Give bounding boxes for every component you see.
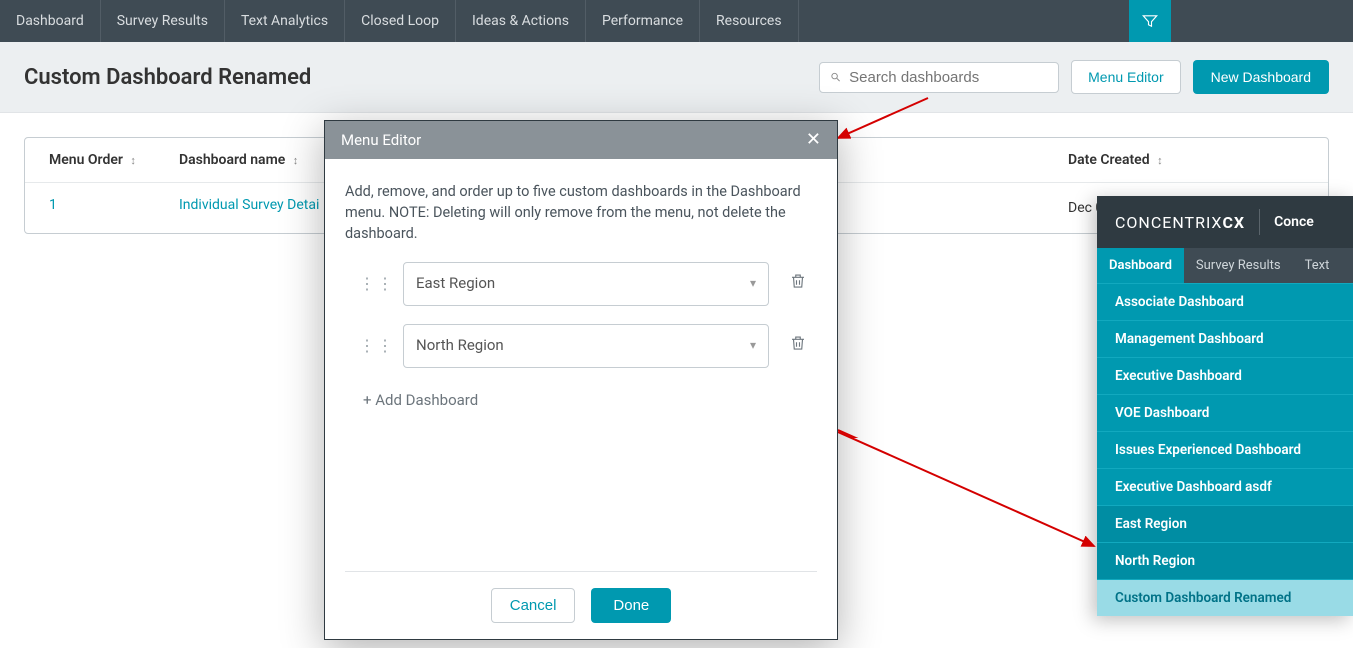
sort-icon: ↕ <box>293 154 299 167</box>
menu-editor-button[interactable]: Menu Editor <box>1071 60 1180 94</box>
preview-item[interactable]: North Region <box>1097 542 1353 579</box>
filter-button[interactable] <box>1129 0 1171 42</box>
preview-item[interactable]: Executive Dashboard asdf <box>1097 468 1353 505</box>
menu-row-east: East Region ▾ <box>345 262 817 306</box>
preview-menu-list: Associate Dashboard Management Dashboard… <box>1097 283 1353 616</box>
nav-item-closedloop[interactable]: Closed Loop <box>345 0 456 42</box>
menu-editor-modal: Menu Editor ✕ Add, remove, and order up … <box>324 120 838 640</box>
preview-tabs: Dashboard Survey Results Text <box>1097 248 1353 283</box>
preview-item-selected[interactable]: Custom Dashboard Renamed <box>1097 579 1353 616</box>
filter-icon <box>1141 12 1159 30</box>
brand-bar: CONCENTRIXCX Conce <box>1097 196 1353 248</box>
brand-separator <box>1259 209 1260 235</box>
col-menu-order-label: Menu Order <box>49 152 123 168</box>
preview-item[interactable]: Issues Experienced Dashboard <box>1097 431 1353 468</box>
nav-item-resources[interactable]: Resources <box>700 0 799 42</box>
chevron-down-icon: ▾ <box>750 337 756 354</box>
nav-item-surveyresults[interactable]: Survey Results <box>101 0 225 42</box>
trash-icon <box>789 271 807 291</box>
nav-item-textanalytics[interactable]: Text Analytics <box>225 0 345 42</box>
modal-title: Menu Editor <box>341 131 421 149</box>
delete-row-button[interactable] <box>789 333 807 359</box>
add-dashboard-link[interactable]: + Add Dashboard <box>363 390 817 412</box>
col-date-created[interactable]: Date Created ↕ <box>1044 152 1304 168</box>
annotation-arrow <box>838 426 1108 606</box>
preview-tab-surveyresults[interactable]: Survey Results <box>1184 248 1293 283</box>
close-icon[interactable]: ✕ <box>806 131 821 149</box>
page-title: Custom Dashboard Renamed <box>24 65 311 90</box>
modal-footer: Cancel Done <box>345 571 817 639</box>
search-icon <box>830 69 841 85</box>
page-header: Custom Dashboard Renamed Menu Editor New… <box>0 42 1353 113</box>
trash-icon <box>789 333 807 353</box>
preview-item[interactable]: East Region <box>1097 505 1353 542</box>
dashboard-select-east[interactable]: East Region ▾ <box>403 262 769 306</box>
col-menu-order[interactable]: Menu Order ↕ <box>49 152 179 168</box>
preview-item[interactable]: Associate Dashboard <box>1097 283 1353 320</box>
row-order: 1 <box>49 197 179 219</box>
preview-panel: CONCENTRIXCX Conce Dashboard Survey Resu… <box>1097 196 1353 616</box>
drag-handle-icon[interactable] <box>359 334 383 357</box>
sort-icon: ↕ <box>1157 154 1163 167</box>
select-value: North Region <box>416 335 504 357</box>
search-input[interactable] <box>849 69 1048 86</box>
modal-instructions: Add, remove, and order up to five custom… <box>345 181 817 244</box>
drag-handle-icon[interactable] <box>359 272 383 295</box>
preview-item[interactable]: Executive Dashboard <box>1097 357 1353 394</box>
preview-item[interactable]: Management Dashboard <box>1097 320 1353 357</box>
preview-tab-dashboard[interactable]: Dashboard <box>1097 248 1184 283</box>
modal-header: Menu Editor ✕ <box>325 121 837 159</box>
nav-item-performance[interactable]: Performance <box>586 0 700 42</box>
cancel-button[interactable]: Cancel <box>491 588 576 623</box>
brand-logo: CONCENTRIXCX <box>1115 213 1245 232</box>
top-nav: Dashboard Survey Results Text Analytics … <box>0 0 1353 42</box>
delete-row-button[interactable] <box>789 271 807 297</box>
preview-item[interactable]: VOE Dashboard <box>1097 394 1353 431</box>
sort-icon: ↕ <box>130 154 136 167</box>
new-dashboard-button[interactable]: New Dashboard <box>1193 60 1329 94</box>
brand-tagline: Conce <box>1274 214 1314 230</box>
dashboard-select-north[interactable]: North Region ▾ <box>403 324 769 368</box>
modal-body: Add, remove, and order up to five custom… <box>325 159 837 571</box>
menu-row-north: North Region ▾ <box>345 324 817 368</box>
nav-item-ideasactions[interactable]: Ideas & Actions <box>456 0 586 42</box>
done-button[interactable]: Done <box>591 588 671 623</box>
chevron-down-icon: ▾ <box>750 275 756 292</box>
col-dashboard-name-label: Dashboard name <box>179 152 285 168</box>
search-input-wrap[interactable] <box>819 62 1059 93</box>
col-date-created-label: Date Created <box>1068 152 1150 168</box>
preview-tab-text[interactable]: Text <box>1293 248 1342 283</box>
select-value: East Region <box>416 273 495 295</box>
nav-item-dashboard[interactable]: Dashboard <box>0 0 101 42</box>
